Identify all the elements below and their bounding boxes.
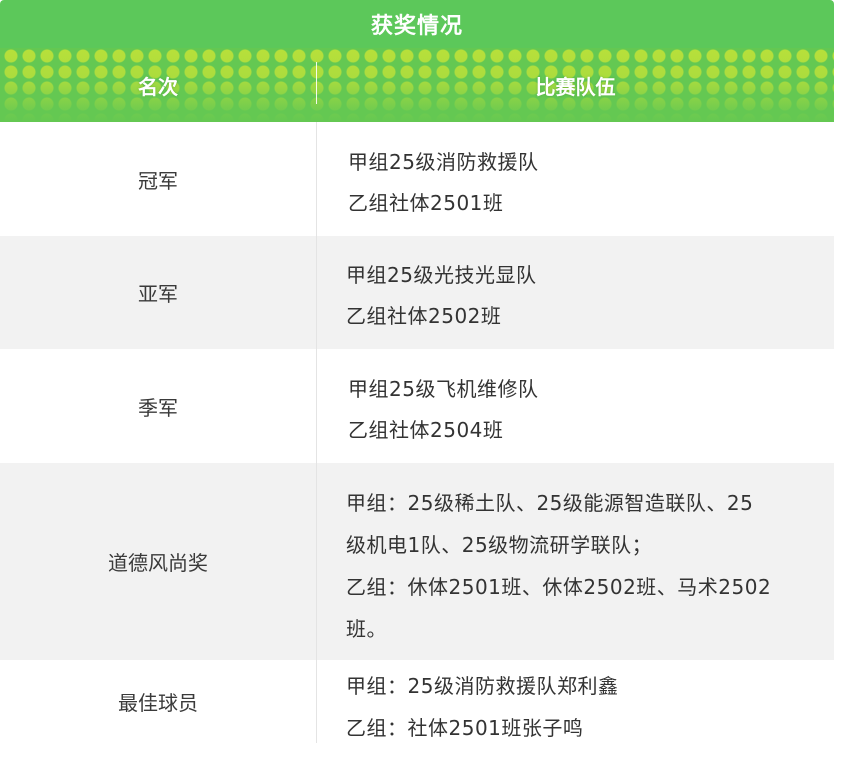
team-line: 甲组25级飞机维修队 <box>348 377 539 401</box>
team-cell: 甲组25级飞机维修队 乙组社体2504班 <box>346 349 808 463</box>
rank-cell: 道德风尚奖 <box>108 551 208 575</box>
rank-cell: 冠军 <box>138 168 178 193</box>
column-divider <box>316 122 317 743</box>
table-row: 最佳球员 甲组：25级消防救援队郑利鑫 乙组：社体2501班张子鸣 <box>0 660 834 743</box>
team-line: 级机电1队、25级物流研学联队； <box>346 533 653 557</box>
table-row: 冠军 甲组25级消防救援队 乙组社体2501班 <box>0 122 834 236</box>
rank-cell: 亚军 <box>138 282 178 306</box>
table-title: 获奖情况 <box>370 14 463 39</box>
rank-cell: 最佳球员 <box>118 691 198 715</box>
team-line: 甲组：25级稀土队、25级能源智造联队、25 <box>346 491 754 515</box>
team-line: 乙组社体2501班 <box>348 191 504 215</box>
team-line: 班。 <box>346 617 387 641</box>
team-line: 乙组社体2504班 <box>348 418 504 442</box>
team-line: 乙组：社体2501班张子鸣 <box>346 716 584 740</box>
team-line: 乙组社体2502班 <box>346 304 502 328</box>
team-line: 甲组25级光技光显队 <box>346 263 537 287</box>
team-line: 甲组25级消防救援队 <box>348 150 539 174</box>
table-row: 道德风尚奖 甲组：25级稀土队、25级能源智造联队、25 级机电1队、25级物流… <box>0 463 834 660</box>
rank-cell: 季军 <box>138 395 178 420</box>
table-title-bar: 获奖情况 <box>0 0 834 48</box>
awards-table: 获奖情况 名次 比赛队伍 冠军 甲组25级消防救援队 乙组社体2501班 亚军 … <box>0 0 834 773</box>
table-row: 季军 甲组25级飞机维修队 乙组社体2504班 <box>0 349 834 463</box>
team-cell: 甲组25级消防救援队 乙组社体2501班 <box>346 122 808 236</box>
header-rank: 名次 <box>138 74 178 99</box>
team-cell: 甲组25级光技光显队 乙组社体2502班 <box>346 236 808 349</box>
table-header: 名次 比赛队伍 <box>0 48 834 122</box>
team-line: 甲组：25级消防救援队郑利鑫 <box>346 674 619 698</box>
team-line: 乙组：休体2501班、休体2502班、马术2502 <box>346 575 772 599</box>
header-team: 比赛队伍 <box>535 74 616 99</box>
table-row: 亚军 甲组25级光技光显队 乙组社体2502班 <box>0 236 834 349</box>
team-cell: 甲组：25级稀土队、25级能源智造联队、25 级机电1队、25级物流研学联队； … <box>346 463 808 660</box>
team-cell: 甲组：25级消防救援队郑利鑫 乙组：社体2501班张子鸣 <box>346 660 808 743</box>
